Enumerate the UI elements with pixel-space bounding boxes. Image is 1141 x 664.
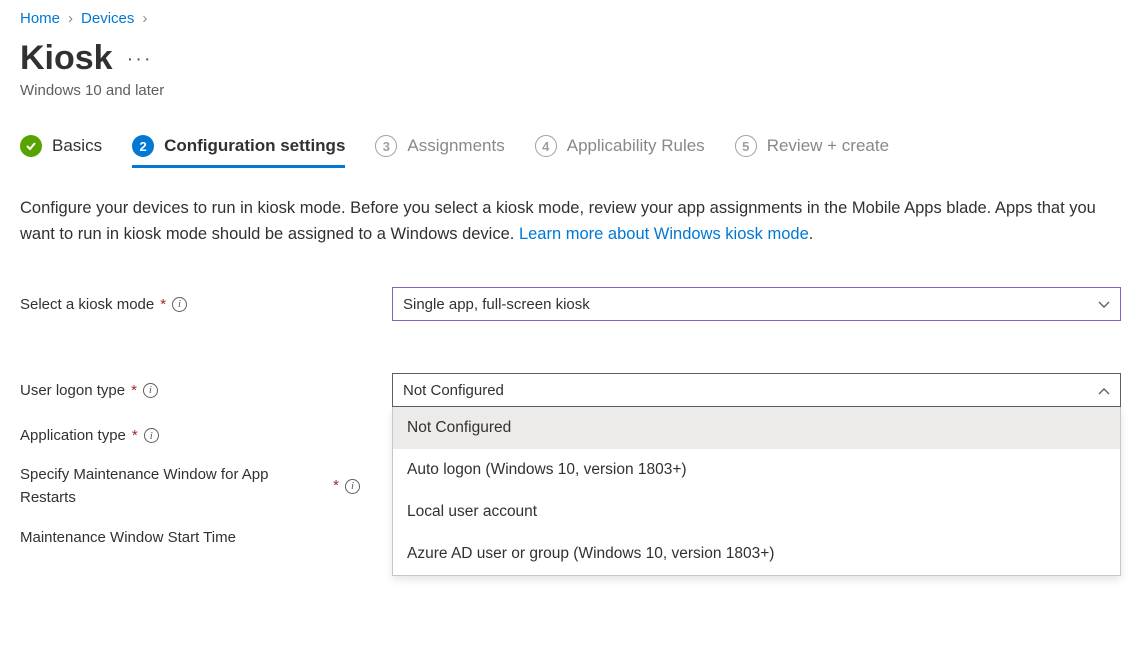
more-options-icon[interactable]: ···: [127, 41, 153, 77]
page-subtitle: Windows 10 and later: [20, 82, 1121, 99]
maintenance-window-label: Specify Maintenance Window for App Resta…: [20, 464, 327, 509]
info-icon[interactable]: i: [144, 428, 159, 443]
info-icon[interactable]: i: [345, 479, 360, 494]
maintenance-start-label: Maintenance Window Start Time: [20, 529, 236, 546]
info-icon[interactable]: i: [143, 383, 158, 398]
step-review-create[interactable]: 5 Review + create: [735, 135, 889, 168]
step-number-icon: 4: [535, 135, 557, 157]
required-asterisk: *: [131, 382, 137, 399]
step-number-icon: 2: [132, 135, 154, 157]
learn-more-link[interactable]: Learn more about Windows kiosk mode: [519, 225, 809, 243]
breadcrumb-devices[interactable]: Devices: [81, 10, 134, 27]
logon-type-dropdown: Not Configured Auto logon (Windows 10, v…: [392, 407, 1121, 576]
dropdown-option-not-configured[interactable]: Not Configured: [393, 407, 1120, 449]
kiosk-mode-select[interactable]: Single app, full-screen kiosk: [392, 287, 1121, 321]
required-asterisk: *: [160, 296, 166, 313]
step-assignments[interactable]: 3 Assignments: [375, 135, 504, 168]
logon-type-select[interactable]: Not Configured: [392, 373, 1121, 407]
check-icon: [20, 135, 42, 157]
step-number-icon: 3: [375, 135, 397, 157]
step-configuration-settings[interactable]: 2 Configuration settings: [132, 135, 345, 168]
page-title: Kiosk: [20, 39, 113, 78]
logon-type-label: User logon type: [20, 382, 125, 399]
kiosk-mode-label: Select a kiosk mode: [20, 296, 154, 313]
breadcrumb-home[interactable]: Home: [20, 10, 60, 27]
wizard-steps: Basics 2 Configuration settings 3 Assign…: [20, 135, 1121, 168]
info-icon[interactable]: i: [172, 297, 187, 312]
application-type-label: Application type: [20, 427, 126, 444]
required-asterisk: *: [132, 427, 138, 444]
step-applicability-rules[interactable]: 4 Applicability Rules: [535, 135, 705, 168]
required-asterisk: *: [333, 475, 339, 498]
dropdown-option-local-user[interactable]: Local user account: [393, 491, 1120, 533]
dropdown-option-auto-logon[interactable]: Auto logon (Windows 10, version 1803+): [393, 449, 1120, 491]
chevron-right-icon: ›: [142, 10, 147, 27]
chevron-right-icon: ›: [68, 10, 73, 27]
chevron-down-icon: [1098, 297, 1110, 312]
chevron-up-icon: [1098, 383, 1110, 398]
description-text: Configure your devices to run in kiosk m…: [20, 196, 1120, 247]
step-number-icon: 5: [735, 135, 757, 157]
step-basics[interactable]: Basics: [20, 135, 102, 168]
breadcrumb: Home › Devices ›: [20, 10, 1121, 27]
dropdown-option-azure-ad[interactable]: Azure AD user or group (Windows 10, vers…: [393, 533, 1120, 575]
